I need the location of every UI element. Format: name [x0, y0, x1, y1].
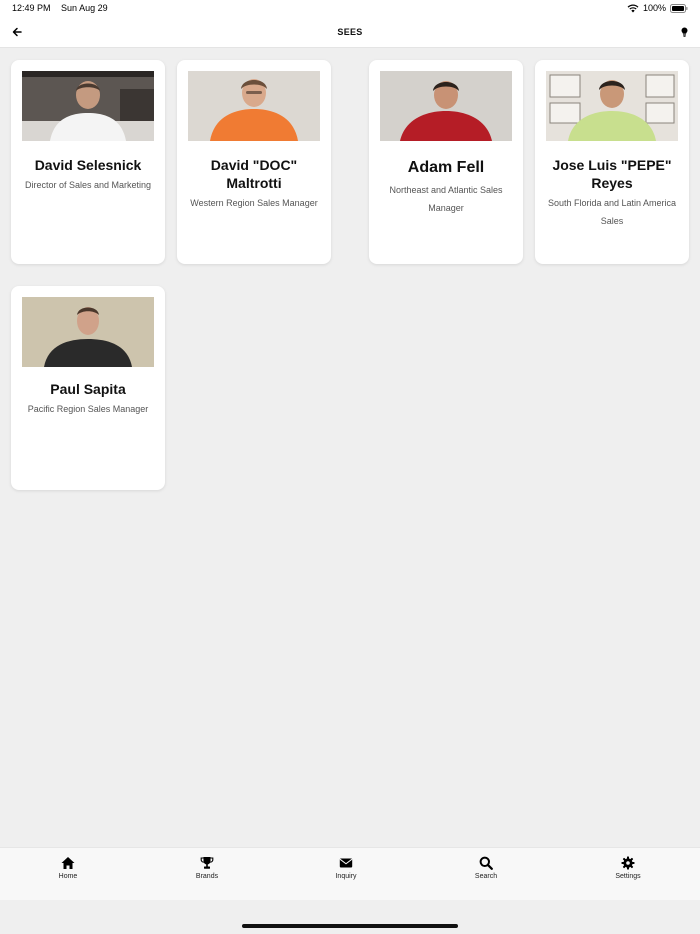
contact-card[interactable]: Jose Luis "PEPE" Reyes South Florida and…	[535, 60, 689, 264]
contact-photo	[380, 71, 512, 141]
tab-settings[interactable]: Settings	[598, 856, 658, 880]
status-date: Sun Aug 29	[61, 3, 108, 13]
contact-title: Northeast and Atlantic Sales Manager	[389, 185, 503, 213]
contact-photo	[546, 71, 678, 141]
contact-card[interactable]: Adam Fell Northeast and Atlantic Sales M…	[369, 60, 523, 264]
contact-title: Director of Sales and Marketing	[24, 180, 152, 190]
page-title: SEES	[337, 27, 363, 37]
contact-card[interactable]: David "DOC" Maltrotti Western Region Sal…	[177, 60, 331, 264]
battery-percent: 100%	[642, 3, 666, 13]
tab-brands[interactable]: Brands	[177, 856, 237, 880]
contact-name: David Selesnick	[34, 157, 142, 173]
search-icon	[479, 856, 493, 870]
tab-home[interactable]: Home	[38, 856, 98, 880]
contact-title: Pacific Region Sales Manager	[27, 404, 149, 414]
tab-bar: Home Brands Inquiry Search Settings	[0, 847, 700, 900]
contact-photo	[22, 71, 154, 141]
contact-title: South Florida and Latin America Sales	[547, 198, 677, 226]
wifi-icon	[627, 4, 639, 12]
contact-name: Paul Sapita	[50, 381, 126, 397]
status-right: 100%	[627, 3, 688, 13]
contact-photo-image	[546, 71, 678, 141]
contact-photo-image	[22, 71, 154, 141]
tab-label: Brands	[195, 873, 219, 880]
lightbulb-icon	[681, 27, 687, 37]
contact-name: David "DOC" Maltrotti	[210, 157, 298, 191]
trophy-icon	[200, 857, 214, 869]
tab-label: Inquiry	[335, 873, 357, 880]
status-time: 12:49 PM	[12, 3, 51, 13]
status-left: 12:49 PM Sun Aug 29	[12, 3, 116, 13]
contact-photo-image	[188, 71, 320, 141]
screen: 12:49 PM Sun Aug 29 100% SEES David Sele…	[0, 0, 700, 934]
status-bar: 12:49 PM Sun Aug 29 100%	[0, 0, 700, 18]
contact-card[interactable]: Paul Sapita Pacific Region Sales Manager	[11, 286, 165, 490]
home-indicator	[242, 924, 458, 928]
contact-name: Jose Luis "PEPE" Reyes	[552, 157, 672, 191]
envelope-icon	[339, 858, 353, 868]
tab-label: Search	[474, 873, 498, 880]
contact-photo	[22, 297, 154, 367]
tip-button[interactable]	[677, 24, 691, 40]
tab-inquiry[interactable]: Inquiry	[316, 856, 376, 880]
battery-icon	[670, 3, 688, 13]
contact-name: Adam Fell	[407, 159, 485, 176]
contact-photo-image	[22, 297, 154, 367]
contact-photo-image	[380, 71, 512, 141]
tab-label: Settings	[615, 873, 641, 880]
contact-card[interactable]: David Selesnick Director of Sales and Ma…	[11, 60, 165, 264]
contact-title: Western Region Sales Manager	[190, 198, 318, 208]
nav-bar: SEES	[0, 18, 700, 48]
tab-label: Home	[58, 873, 78, 880]
gear-icon	[621, 856, 635, 870]
tab-search[interactable]: Search	[456, 856, 516, 880]
contact-photo	[188, 71, 320, 141]
home-icon	[61, 857, 75, 869]
